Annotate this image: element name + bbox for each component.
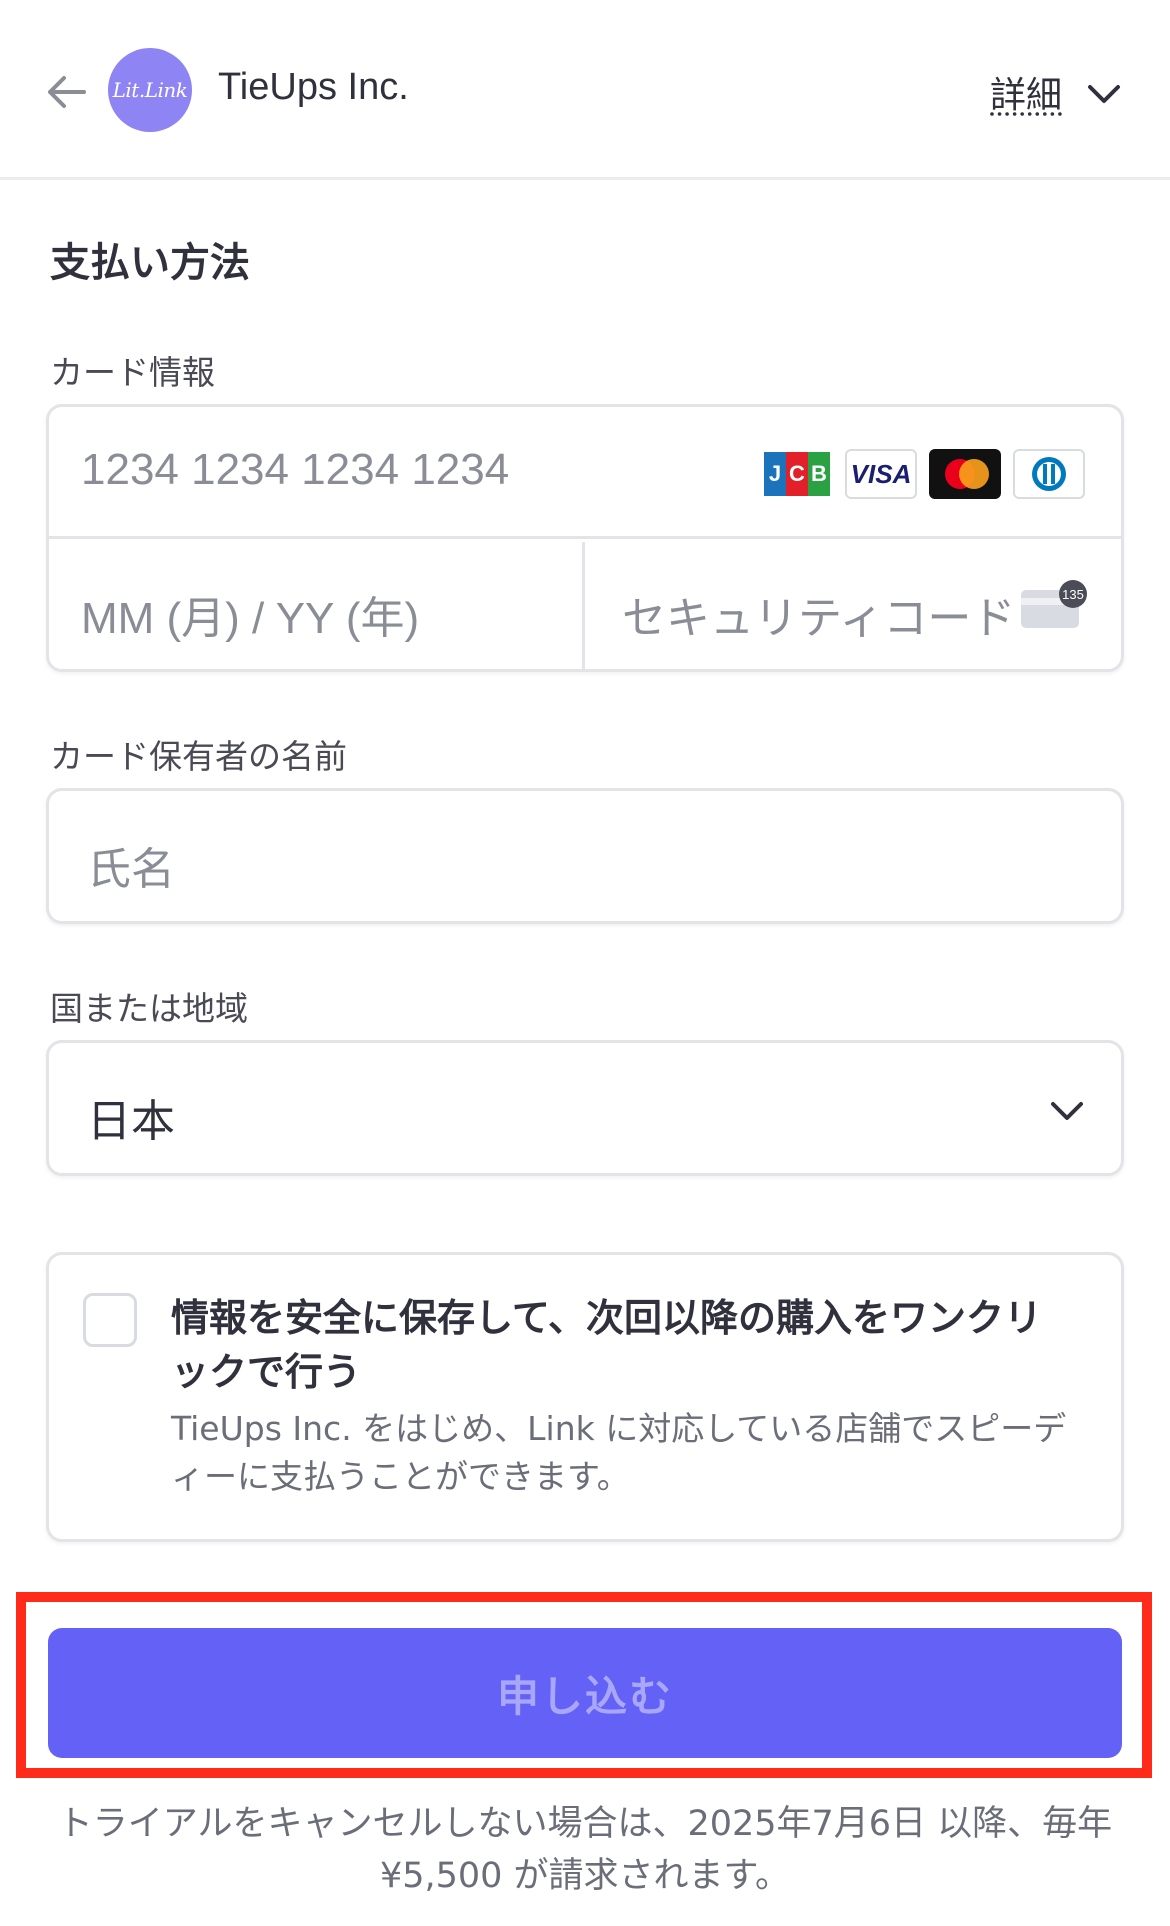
expiry-field[interactable]: MM (月) / YY (年) bbox=[49, 542, 585, 669]
details-toggle[interactable]: 詳細 bbox=[990, 66, 1062, 118]
payment-method-title: 支払い方法 bbox=[50, 240, 250, 286]
merchant-name: TieUps Inc. bbox=[218, 66, 409, 108]
diners-club-icon bbox=[1013, 449, 1085, 499]
visa-icon: VISA bbox=[845, 449, 917, 499]
cvc-icon-text: 135 bbox=[1062, 587, 1084, 602]
jcb-icon: JCB bbox=[761, 449, 833, 499]
cardholder-name-input[interactable]: 氏名 bbox=[46, 788, 1124, 924]
expiry-placeholder: MM (月) / YY (年) bbox=[81, 594, 420, 643]
chevron-down-icon[interactable] bbox=[1084, 74, 1124, 114]
save-info-title: 情報を安全に保存して、次回以降の購入をワンクリックで行う bbox=[171, 1296, 1042, 1394]
country-label: 国または地域 bbox=[50, 989, 248, 1028]
chevron-down-icon bbox=[1051, 1102, 1083, 1120]
billing-notice: トライアルをキャンセルしない場合は、2025年7月6日 以降、毎年 ¥5,500… bbox=[57, 1804, 1113, 1896]
country-value: 日本 bbox=[87, 1096, 175, 1147]
card-number-placeholder: 1234 1234 1234 1234 bbox=[81, 445, 510, 494]
submit-button[interactable]: 申し込む bbox=[48, 1628, 1122, 1758]
mastercard-icon bbox=[929, 449, 1001, 499]
card-brand-icons: JCB VISA bbox=[761, 449, 1085, 499]
card-info-label: カード情報 bbox=[50, 353, 215, 392]
country-select[interactable]: 日本 bbox=[46, 1040, 1124, 1176]
cardholder-label: カード保有者の名前 bbox=[50, 737, 347, 776]
back-arrow-icon[interactable] bbox=[44, 70, 88, 114]
cardholder-placeholder: 氏名 bbox=[87, 845, 175, 894]
save-info-checkbox[interactable] bbox=[83, 1293, 137, 1347]
cvc-placeholder: セキュリティコード bbox=[622, 594, 1016, 643]
save-info-description: TieUps Inc. をはじめ、Link に対応している店舗でスピーディーに支… bbox=[171, 1409, 1067, 1496]
save-info-option[interactable]: 情報を安全に保存して、次回以降の購入をワンクリックで行う TieUps Inc.… bbox=[46, 1252, 1124, 1542]
card-input-group: 1234 1234 1234 1234 JCB VISA MM (月) / YY… bbox=[46, 404, 1124, 672]
logo-text: Lit.Link bbox=[112, 78, 188, 102]
cvc-field[interactable]: セキュリティコード 135 bbox=[588, 542, 1121, 669]
merchant-logo: Lit.Link bbox=[108, 48, 192, 132]
card-number-field[interactable]: 1234 1234 1234 1234 JCB VISA bbox=[49, 407, 1121, 539]
checkout-header: Lit.Link TieUps Inc. 詳細 bbox=[0, 0, 1170, 180]
cvc-card-icon: 135 bbox=[1021, 580, 1087, 628]
